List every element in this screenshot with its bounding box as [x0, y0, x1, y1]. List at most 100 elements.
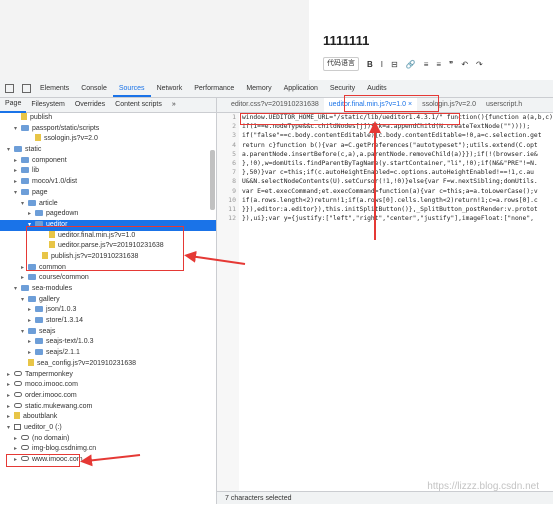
tree-arrow-icon[interactable]: ▸	[7, 402, 14, 413]
tab-console[interactable]: Console	[75, 80, 113, 97]
tree-item[interactable]: ▸ order.imooc.com	[0, 391, 216, 402]
link-icon[interactable]: 🔗	[406, 60, 416, 69]
tree-arrow-icon[interactable]: ▾	[28, 220, 35, 231]
nav-tab-more[interactable]: »	[167, 98, 181, 112]
tree-item[interactable]: ▸ course/common	[0, 273, 216, 284]
code-line[interactable]: U&&N.selectNodeContents(U).setCursor(!1,…	[242, 177, 553, 186]
tree-arrow-icon[interactable]: ▸	[7, 412, 14, 423]
file-tab-userscript[interactable]: userscript.h	[481, 98, 527, 112]
tree-arrow-icon[interactable]: ▸	[14, 156, 21, 167]
code-line[interactable]: window.UEDITOR_HOME_URL="/static/lib/ued…	[242, 113, 553, 122]
tree-item[interactable]: ssologin.js?v=2.0	[0, 134, 216, 145]
quote-icon[interactable]: ❞	[449, 60, 453, 69]
tree-item[interactable]: sea_config.js?v=201910231638	[0, 358, 216, 370]
file-tab-ueditor-final[interactable]: ueditor.final.min.js?v=1.0 ×	[323, 98, 418, 112]
tree-arrow-icon[interactable]: ▾	[21, 199, 28, 210]
code-line[interactable]: if(a.rows.length<2)return!1;if(a.rows[0]…	[242, 196, 553, 205]
tree-item[interactable]: ▸ lib	[0, 166, 216, 177]
editor-title[interactable]: 1111111	[323, 33, 369, 48]
tree-item[interactable]: ▸ json/1.0.3	[0, 305, 216, 316]
tab-memory[interactable]: Memory	[240, 80, 277, 97]
tab-application[interactable]: Application	[278, 80, 324, 97]
tree-item[interactable]: ▾ gallery	[0, 295, 216, 306]
tree-arrow-icon[interactable]: ▸	[28, 337, 35, 348]
tab-sources[interactable]: Sources	[112, 80, 151, 97]
nav-tab-content-scripts[interactable]: Content scripts	[110, 98, 167, 112]
tree-arrow-icon[interactable]: ▸	[28, 209, 35, 220]
code-line[interactable]: },50)}var c=this;if(c.autoHeightEnabled=…	[242, 168, 553, 177]
tree-arrow-icon[interactable]: ▸	[21, 263, 28, 274]
tree-item[interactable]: ▸ store/1.3.14	[0, 316, 216, 327]
code-line[interactable]: return c}function b(){var a=C.getPrefere…	[242, 141, 553, 150]
list-icon[interactable]: ≡	[424, 60, 429, 69]
tree-item[interactable]: ▾ article	[0, 199, 216, 210]
bold-icon[interactable]: B	[367, 60, 373, 69]
tree-arrow-icon[interactable]: ▾	[21, 327, 28, 338]
code-language-select[interactable]: 代码语言	[323, 57, 359, 71]
tree-item[interactable]: ▸ seajs-text/1.0.3	[0, 337, 216, 348]
tree-item[interactable]: ▾ seajs	[0, 327, 216, 338]
tree-item[interactable]: ▸ moco/v1.0/dist	[0, 177, 216, 188]
tree-item[interactable]: ▾ ueditor_0 (:)	[0, 423, 216, 434]
tab-elements[interactable]: Elements	[34, 80, 75, 97]
block-icon[interactable]: ⊟	[391, 60, 398, 69]
code-editor[interactable]: window.UEDITOR_HOME_URL="/static/lib/ued…	[242, 113, 553, 491]
undo-icon[interactable]: ↶	[461, 60, 468, 69]
tab-network[interactable]: Network	[151, 80, 189, 97]
tree-item[interactable]: publish.js?v=201910231638	[0, 251, 216, 263]
code-line[interactable]: if("false"==c.body.contentEditable){c.bo…	[242, 131, 553, 140]
tree-arrow-icon[interactable]: ▾	[7, 145, 14, 156]
tree-arrow-icon[interactable]: ▸	[21, 273, 28, 284]
code-line[interactable]: if(1==e.nodeType&&c.childNodes[j]){(k=a.…	[242, 122, 553, 131]
tree-arrow-icon[interactable]: ▸	[14, 444, 21, 455]
nav-tab-page[interactable]: Page	[0, 97, 27, 113]
tree-item[interactable]: ▸ Tampermonkey	[0, 370, 216, 381]
device-toolbar-icon[interactable]	[22, 84, 31, 93]
tree-item[interactable]: ▸ www.imooc.com	[0, 455, 216, 466]
tree-arrow-icon[interactable]: ▾	[7, 423, 14, 434]
code-line[interactable]: }}),editor:a.editor}),this.initSplitButt…	[242, 205, 553, 214]
code-line[interactable]: a.parentNode.insertBefore(c,a),a.parentN…	[242, 150, 553, 159]
tree-item[interactable]: ueditor.final.min.js?v=1.0	[0, 230, 216, 242]
tree-item[interactable]: ▸ component	[0, 156, 216, 167]
tree-item[interactable]: ▾ ueditor	[0, 219, 216, 231]
tree-arrow-icon[interactable]: ▾	[14, 284, 21, 295]
tree-item[interactable]: ▸ (no domain)	[0, 434, 216, 445]
tree-arrow-icon[interactable]: ▸	[14, 177, 21, 188]
tree-item[interactable]: ▸ img-blog.csdnimg.cn	[0, 444, 216, 455]
tree-arrow-icon[interactable]: ▾	[14, 188, 21, 199]
nav-tab-overrides[interactable]: Overrides	[70, 98, 110, 112]
tab-security[interactable]: Security	[324, 80, 361, 97]
redo-icon[interactable]: ↷	[476, 60, 483, 69]
code-line[interactable]: },!0),w=domUtils.findParentByTagName(y.s…	[242, 159, 553, 168]
nav-tab-filesystem[interactable]: Filesystem	[26, 98, 69, 112]
tree-item[interactable]: ▾ passport/static/scripts	[0, 124, 216, 135]
tree-item[interactable]: ▾ sea-modules	[0, 284, 216, 295]
tree-arrow-icon[interactable]: ▸	[7, 370, 14, 381]
ordered-list-icon[interactable]: ≡	[436, 60, 441, 69]
italic-icon[interactable]: I	[381, 60, 383, 69]
tree-arrow-icon[interactable]: ▾	[14, 124, 21, 135]
tab-performance[interactable]: Performance	[188, 80, 240, 97]
tree-arrow-icon[interactable]: ▸	[28, 348, 35, 359]
tree-item[interactable]: ▾ page	[0, 188, 216, 199]
code-line[interactable]: var E=et.execCommand;et.execCommand=func…	[242, 187, 553, 196]
tab-audits[interactable]: Audits	[361, 80, 392, 97]
tree-item[interactable]: ▸ seajs/2.1.1	[0, 348, 216, 359]
tree-arrow-icon[interactable]: ▸	[7, 380, 14, 391]
tree-item[interactable]: ▸ static.mukewang.com	[0, 402, 216, 413]
tree-scrollbar[interactable]	[210, 150, 215, 210]
tree-item[interactable]: ▸ common	[0, 263, 216, 274]
code-line[interactable]: }),ui};var y={justify:["left","right","c…	[242, 214, 553, 223]
tree-item[interactable]: ▾ static	[0, 145, 216, 156]
tree-arrow-icon[interactable]: ▸	[28, 316, 35, 327]
tree-item[interactable]: ▸ moco.imooc.com	[0, 380, 216, 391]
tree-arrow-icon[interactable]: ▸	[14, 455, 21, 466]
tree-arrow-icon[interactable]: ▸	[14, 434, 21, 445]
tree-item[interactable]: ▸ aboutblank	[0, 412, 216, 423]
tree-arrow-icon[interactable]: ▸	[7, 391, 14, 402]
tree-arrow-icon[interactable]: ▾	[21, 295, 28, 306]
tree-arrow-icon[interactable]: ▸	[28, 305, 35, 316]
inspect-icon[interactable]	[5, 84, 14, 93]
file-tab-ssologin[interactable]: ssologin.js?v=2.0	[417, 98, 481, 112]
